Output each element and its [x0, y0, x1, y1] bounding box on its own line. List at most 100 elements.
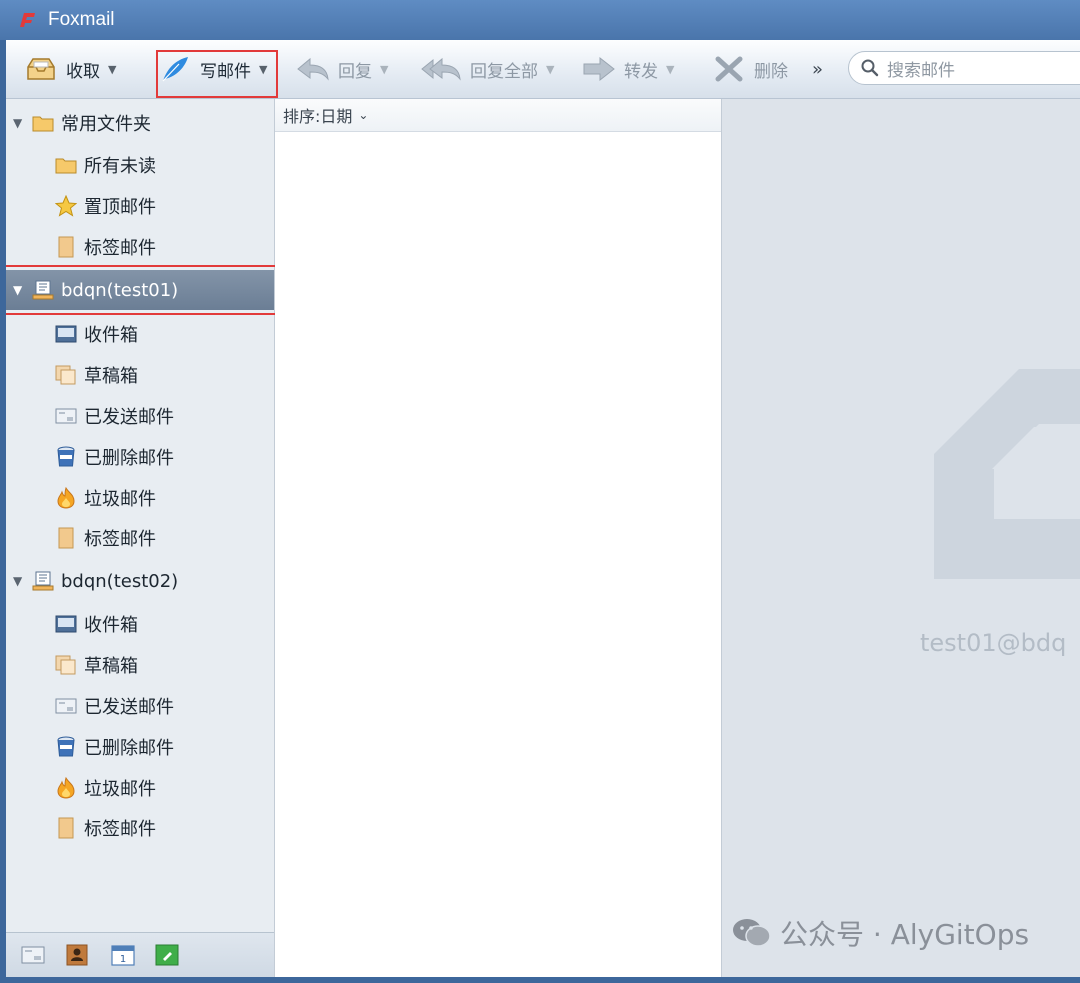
reply-dropdown-icon[interactable]: ▼: [380, 63, 388, 76]
folder-icon: [54, 153, 78, 177]
favorites-label: 常用文件夹: [61, 114, 151, 135]
feather-pen-icon: [158, 55, 192, 83]
sidebar-item-pinned[interactable]: 置顶邮件: [6, 186, 274, 226]
sidebar-item-sent[interactable]: 已发送邮件: [6, 686, 274, 726]
search-icon: [861, 59, 879, 77]
sidebar-item-deleted[interactable]: 已删除邮件: [6, 727, 274, 767]
more-button[interactable]: »: [812, 52, 823, 86]
account-label: bdqn(test02): [61, 570, 179, 592]
delete-x-icon: [712, 55, 746, 83]
sidebar-item-label: 草稿箱: [84, 656, 138, 677]
sidebar-item-label: 已删除邮件: [84, 448, 174, 469]
sidebar-item-label: 所有未读: [84, 156, 156, 177]
drafts-icon: [54, 363, 78, 387]
contacts-icon[interactable]: [64, 943, 90, 967]
chevron-down-icon[interactable]: ⌄: [358, 108, 368, 122]
account-email: test01@bdq: [920, 629, 1067, 657]
calendar-icon[interactable]: 1: [110, 943, 136, 967]
trash-bin-icon: [54, 445, 78, 469]
sidebar-item-label: 垃圾邮件: [84, 779, 156, 800]
sidebar-item-label: 已发送邮件: [84, 697, 174, 718]
reply-all-button[interactable]: 回复全部 ▼: [420, 52, 554, 86]
mail-server-icon: [31, 569, 55, 593]
drafts-icon: [54, 653, 78, 677]
sidebar-item-label: 已发送邮件: [84, 407, 174, 428]
sent-envelope-icon: [54, 404, 78, 428]
flame-icon: [54, 776, 78, 800]
reply-all-label: 回复全部: [470, 61, 538, 82]
foxmail-logo-icon: [16, 9, 38, 31]
tag-bookmark-icon: [54, 235, 78, 259]
sort-label: 排序:日期: [283, 107, 353, 126]
svg-text:1: 1: [120, 954, 126, 965]
sidebar-item-all-unread[interactable]: 所有未读: [6, 145, 274, 185]
inbox-tray-icon: [24, 55, 58, 83]
sidebar-item-deleted[interactable]: 已删除邮件: [6, 437, 274, 477]
inbox-icon: [54, 322, 78, 346]
sidebar-item-label: 垃圾邮件: [84, 489, 156, 510]
sidebar-item-label: 草稿箱: [84, 366, 138, 387]
foxmail-watermark-logo-icon: [934, 369, 1080, 579]
expand-triangle-icon[interactable]: ▼: [13, 116, 27, 130]
notes-icon[interactable]: [154, 943, 180, 967]
sidebar-item-tagged[interactable]: 标签邮件: [6, 227, 274, 267]
sidebar-item-label: 收件箱: [84, 325, 138, 346]
flame-icon: [54, 486, 78, 510]
account-test02[interactable]: ▼ bdqn(test02): [6, 561, 274, 601]
forward-arrow-icon: [582, 55, 616, 83]
sidebar-item-inbox[interactable]: 收件箱: [6, 314, 274, 354]
toolbar: 收取 ▼ 写邮件 ▼ 回复 ▼ 回复全部 ▼ 转发 ▼ 删除 » 搜索邮件: [6, 40, 1080, 99]
search-input[interactable]: 搜索邮件: [887, 56, 955, 81]
sidebar-item-inbox[interactable]: 收件箱: [6, 604, 274, 644]
search-box[interactable]: 搜索邮件: [848, 51, 1080, 85]
sidebar-item-label: 收件箱: [84, 615, 138, 636]
main-window: 收取 ▼ 写邮件 ▼ 回复 ▼ 回复全部 ▼ 转发 ▼ 删除 » 搜索邮件 ▼ …: [6, 40, 1080, 977]
compose-label: 写邮件: [200, 61, 251, 82]
sidebar-item-label: 标签邮件: [84, 819, 156, 840]
mail-list-pane: 排序:日期 ⌄: [275, 99, 722, 977]
compose-button[interactable]: 写邮件 ▼: [158, 52, 267, 86]
compose-dropdown-icon[interactable]: ▼: [259, 63, 267, 76]
sidebar: ▼ 常用文件夹 所有未读 置顶邮件 标签邮件 ▼ bdqn(test01) 收件…: [6, 99, 280, 977]
delete-button[interactable]: 删除: [712, 52, 788, 86]
expand-triangle-icon[interactable]: ▼: [13, 283, 27, 297]
trash-bin-icon: [54, 735, 78, 759]
receive-dropdown-icon[interactable]: ▼: [108, 63, 116, 76]
sidebar-item-sent[interactable]: 已发送邮件: [6, 396, 274, 436]
tag-bookmark-icon: [54, 816, 78, 840]
preview-pane: test01@bdq 公众号 · AlyGitOps: [722, 99, 1080, 977]
forward-dropdown-icon[interactable]: ▼: [666, 63, 674, 76]
mail-icon[interactable]: [20, 943, 46, 967]
sidebar-item-label: 标签邮件: [84, 529, 156, 550]
inbox-icon: [54, 612, 78, 636]
sidebar-item-tagged[interactable]: 标签邮件: [6, 518, 274, 558]
sidebar-item-label: 置顶邮件: [84, 197, 156, 218]
reply-button[interactable]: 回复 ▼: [296, 52, 388, 86]
sidebar-item-drafts[interactable]: 草稿箱: [6, 645, 274, 685]
sidebar-item-tagged[interactable]: 标签邮件: [6, 808, 274, 848]
reply-arrow-icon: [296, 55, 330, 83]
sidebar-item-label: 标签邮件: [84, 238, 156, 259]
forward-label: 转发: [624, 61, 658, 82]
expand-triangle-icon[interactable]: ▼: [13, 574, 27, 588]
mail-server-icon: [31, 278, 55, 302]
receive-button[interactable]: 收取 ▼: [24, 52, 116, 86]
delete-label: 删除: [754, 61, 788, 82]
star-icon: [54, 194, 78, 218]
forward-button[interactable]: 转发 ▼: [582, 52, 674, 86]
window-title: Foxmail: [48, 9, 115, 30]
receive-label: 收取: [66, 61, 100, 82]
reply-all-arrow-icon: [420, 55, 462, 83]
reply-all-dropdown-icon[interactable]: ▼: [546, 63, 554, 76]
folder-group-favorites[interactable]: ▼ 常用文件夹: [6, 103, 274, 143]
sent-envelope-icon: [54, 694, 78, 718]
sidebar-item-junk[interactable]: 垃圾邮件: [6, 478, 274, 518]
sidebar-item-junk[interactable]: 垃圾邮件: [6, 768, 274, 808]
reply-label: 回复: [338, 61, 372, 82]
sidebar-item-drafts[interactable]: 草稿箱: [6, 355, 274, 395]
watermark-text: 公众号 · AlyGitOps: [780, 918, 1030, 951]
tag-bookmark-icon: [54, 526, 78, 550]
account-test01[interactable]: ▼ bdqn(test01): [6, 270, 274, 310]
sidebar-item-label: 已删除邮件: [84, 738, 174, 759]
sort-bar[interactable]: 排序:日期 ⌄: [275, 99, 721, 132]
